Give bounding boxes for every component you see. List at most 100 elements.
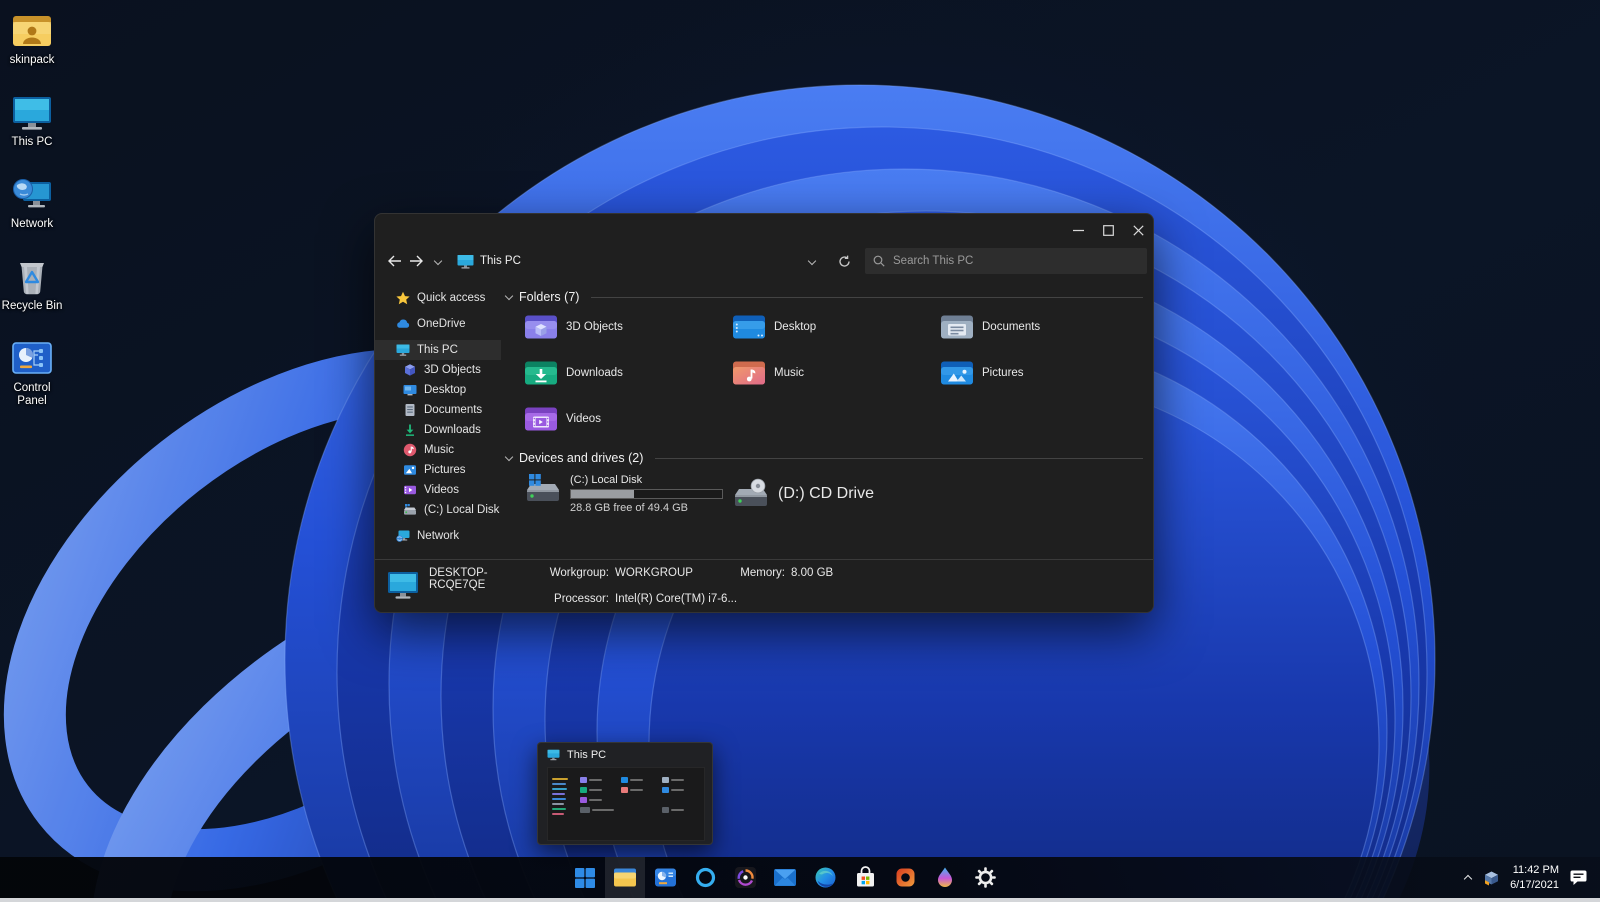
office-icon [896, 868, 914, 887]
preview-thumbnail[interactable] [547, 767, 705, 841]
paint-3d-icon [938, 867, 952, 887]
search-input[interactable] [893, 255, 1139, 267]
tray-cube-icon[interactable] [1483, 870, 1500, 886]
sidebar-item-onedrive[interactable]: OneDrive [375, 314, 501, 334]
taskbar-office[interactable] [885, 857, 925, 898]
address-dropdown-chevron-icon[interactable] [801, 250, 823, 272]
preview-thumb-sidebar [552, 774, 576, 836]
file-explorer-window: This PC Search This PC Quick access OneD… [374, 213, 1154, 613]
collapse-chevron-icon[interactable] [505, 453, 513, 461]
drive-tile-c[interactable]: (C:) Local Disk 28.8 GB free of 49.4 GB [524, 473, 732, 514]
minimize-button[interactable] [1063, 214, 1093, 246]
folders-group-header[interactable]: Folders (7) [505, 290, 1143, 304]
taskbar-control-panel[interactable] [645, 857, 685, 898]
disk-usage-bar [570, 489, 723, 499]
folder-3d-objects-icon [525, 315, 557, 339]
hard-drive-icon [403, 503, 417, 517]
sidebar-item-downloads[interactable]: Downloads [375, 420, 501, 440]
desktop-icon-network[interactable]: Network [0, 170, 64, 252]
desktop-icon-this-pc[interactable]: This PC [0, 88, 64, 170]
folder-tile-label: 3D Objects [566, 320, 623, 333]
folders-group-title: Folders (7) [519, 290, 580, 304]
taskbar-edge[interactable] [805, 857, 845, 898]
taskbar-media-player[interactable] [725, 857, 765, 898]
sidebar-item-network[interactable]: Network [375, 526, 501, 546]
taskbar-mail[interactable] [765, 857, 805, 898]
maximize-button[interactable] [1093, 214, 1123, 246]
desktop-icon-skinpack[interactable]: skinpack [0, 6, 64, 88]
taskbar-paint-3d[interactable] [925, 857, 965, 898]
desktop-icon-label: Control Panel [13, 382, 51, 407]
cortana-ring-icon [695, 867, 715, 888]
sidebar-item-this-pc[interactable]: This PC [375, 340, 501, 360]
action-center-icon[interactable] [1569, 869, 1588, 886]
title-bar-drag-area[interactable] [375, 214, 1063, 246]
folder-tile-music[interactable]: Music [732, 356, 940, 389]
star-icon [396, 291, 410, 305]
disk-usage-fill [571, 490, 635, 498]
processor-label: Processor: [554, 593, 609, 605]
folder-tile-pictures[interactable]: Pictures [940, 356, 1148, 389]
tray-overflow-chevron-icon[interactable] [1463, 873, 1473, 883]
drive-tile-d[interactable]: (D:) CD Drive [732, 473, 940, 514]
taskbar-cortana[interactable] [685, 857, 725, 898]
taskbar-preview-popup[interactable]: This PC [537, 742, 713, 845]
folder-tile-documents[interactable]: Documents [940, 310, 1148, 343]
sidebar-item-label: Downloads [424, 424, 481, 436]
sidebar-item-videos[interactable]: Videos [375, 480, 501, 500]
tray-clock[interactable]: 11:42 PM 6/17/2021 [1510, 863, 1559, 892]
desktop-icon-list: skinpack This PC Network Recycle Bin Con… [0, 6, 64, 416]
control-panel-icon [11, 338, 53, 380]
taskbar-file-explorer[interactable] [605, 857, 645, 898]
collapse-chevron-icon[interactable] [505, 292, 513, 300]
sidebar-item-pictures[interactable]: Pictures [375, 460, 501, 480]
picture-icon [403, 463, 417, 477]
computer-icon [388, 572, 418, 599]
details-pane: DESKTOP-RCQE7QE Workgroup: WORKGROUP Mem… [375, 559, 1153, 612]
search-box[interactable] [865, 248, 1147, 274]
monitor-icon [396, 343, 410, 357]
folder-tile-videos[interactable]: Videos [524, 402, 732, 435]
sidebar-item-music[interactable]: Music [375, 440, 501, 460]
refresh-icon[interactable] [833, 250, 855, 272]
workgroup-label: Workgroup: [549, 567, 609, 579]
network-globe-icon [11, 174, 53, 216]
desktop-icon-recycle-bin[interactable]: Recycle Bin [0, 252, 64, 334]
folder-tile-label: Music [774, 366, 805, 379]
recent-locations-chevron-icon[interactable] [427, 250, 449, 272]
folder-tile-label: Documents [982, 320, 1041, 333]
desktop-icon-label: Recycle Bin [1, 300, 63, 312]
folder-tile-3d-objects[interactable]: 3D Objects [524, 310, 732, 343]
sidebar-item-3d-objects[interactable]: 3D Objects [375, 360, 501, 380]
start-button[interactable] [565, 857, 605, 898]
desktop-icon-label: skinpack [9, 54, 55, 66]
workgroup-value: WORKGROUP [615, 567, 693, 579]
video-icon [403, 483, 417, 497]
desktop-icon-control-panel[interactable]: Control Panel [0, 334, 64, 416]
folder-tile-downloads[interactable]: Downloads [524, 356, 732, 389]
screen-bottom-strip [0, 898, 1600, 902]
drive-label: (D:) CD Drive [778, 484, 874, 502]
address-location[interactable]: This PC [480, 255, 521, 267]
folder-tile-desktop[interactable]: Desktop [732, 310, 940, 343]
tray-date: 6/17/2021 [1510, 878, 1559, 891]
media-player-icon [734, 867, 756, 888]
sidebar-item-desktop[interactable]: Desktop [375, 380, 501, 400]
back-button[interactable] [383, 250, 405, 272]
devices-group-header[interactable]: Devices and drives (2) [505, 451, 1143, 465]
close-button[interactable] [1123, 214, 1153, 246]
folder-music-icon [733, 361, 765, 385]
cloud-icon [396, 317, 410, 331]
sidebar-item-c-drive[interactable]: (C:) Local Disk [375, 500, 501, 520]
music-note-icon [403, 443, 417, 457]
this-pc-monitor-icon [547, 749, 560, 761]
sidebar-item-documents[interactable]: Documents [375, 400, 501, 420]
microsoft-store-icon [856, 866, 874, 887]
memory-label: Memory: [740, 567, 785, 579]
sidebar-item-quick-access[interactable]: Quick access [375, 288, 501, 308]
taskbar-settings[interactable] [965, 857, 1005, 898]
items-view: Folders (7) 3D Objects Desktop Documents… [501, 276, 1153, 559]
forward-button[interactable] [405, 250, 427, 272]
sidebar-item-label: (C:) Local Disk [424, 504, 500, 516]
taskbar-microsoft-store[interactable] [845, 857, 885, 898]
